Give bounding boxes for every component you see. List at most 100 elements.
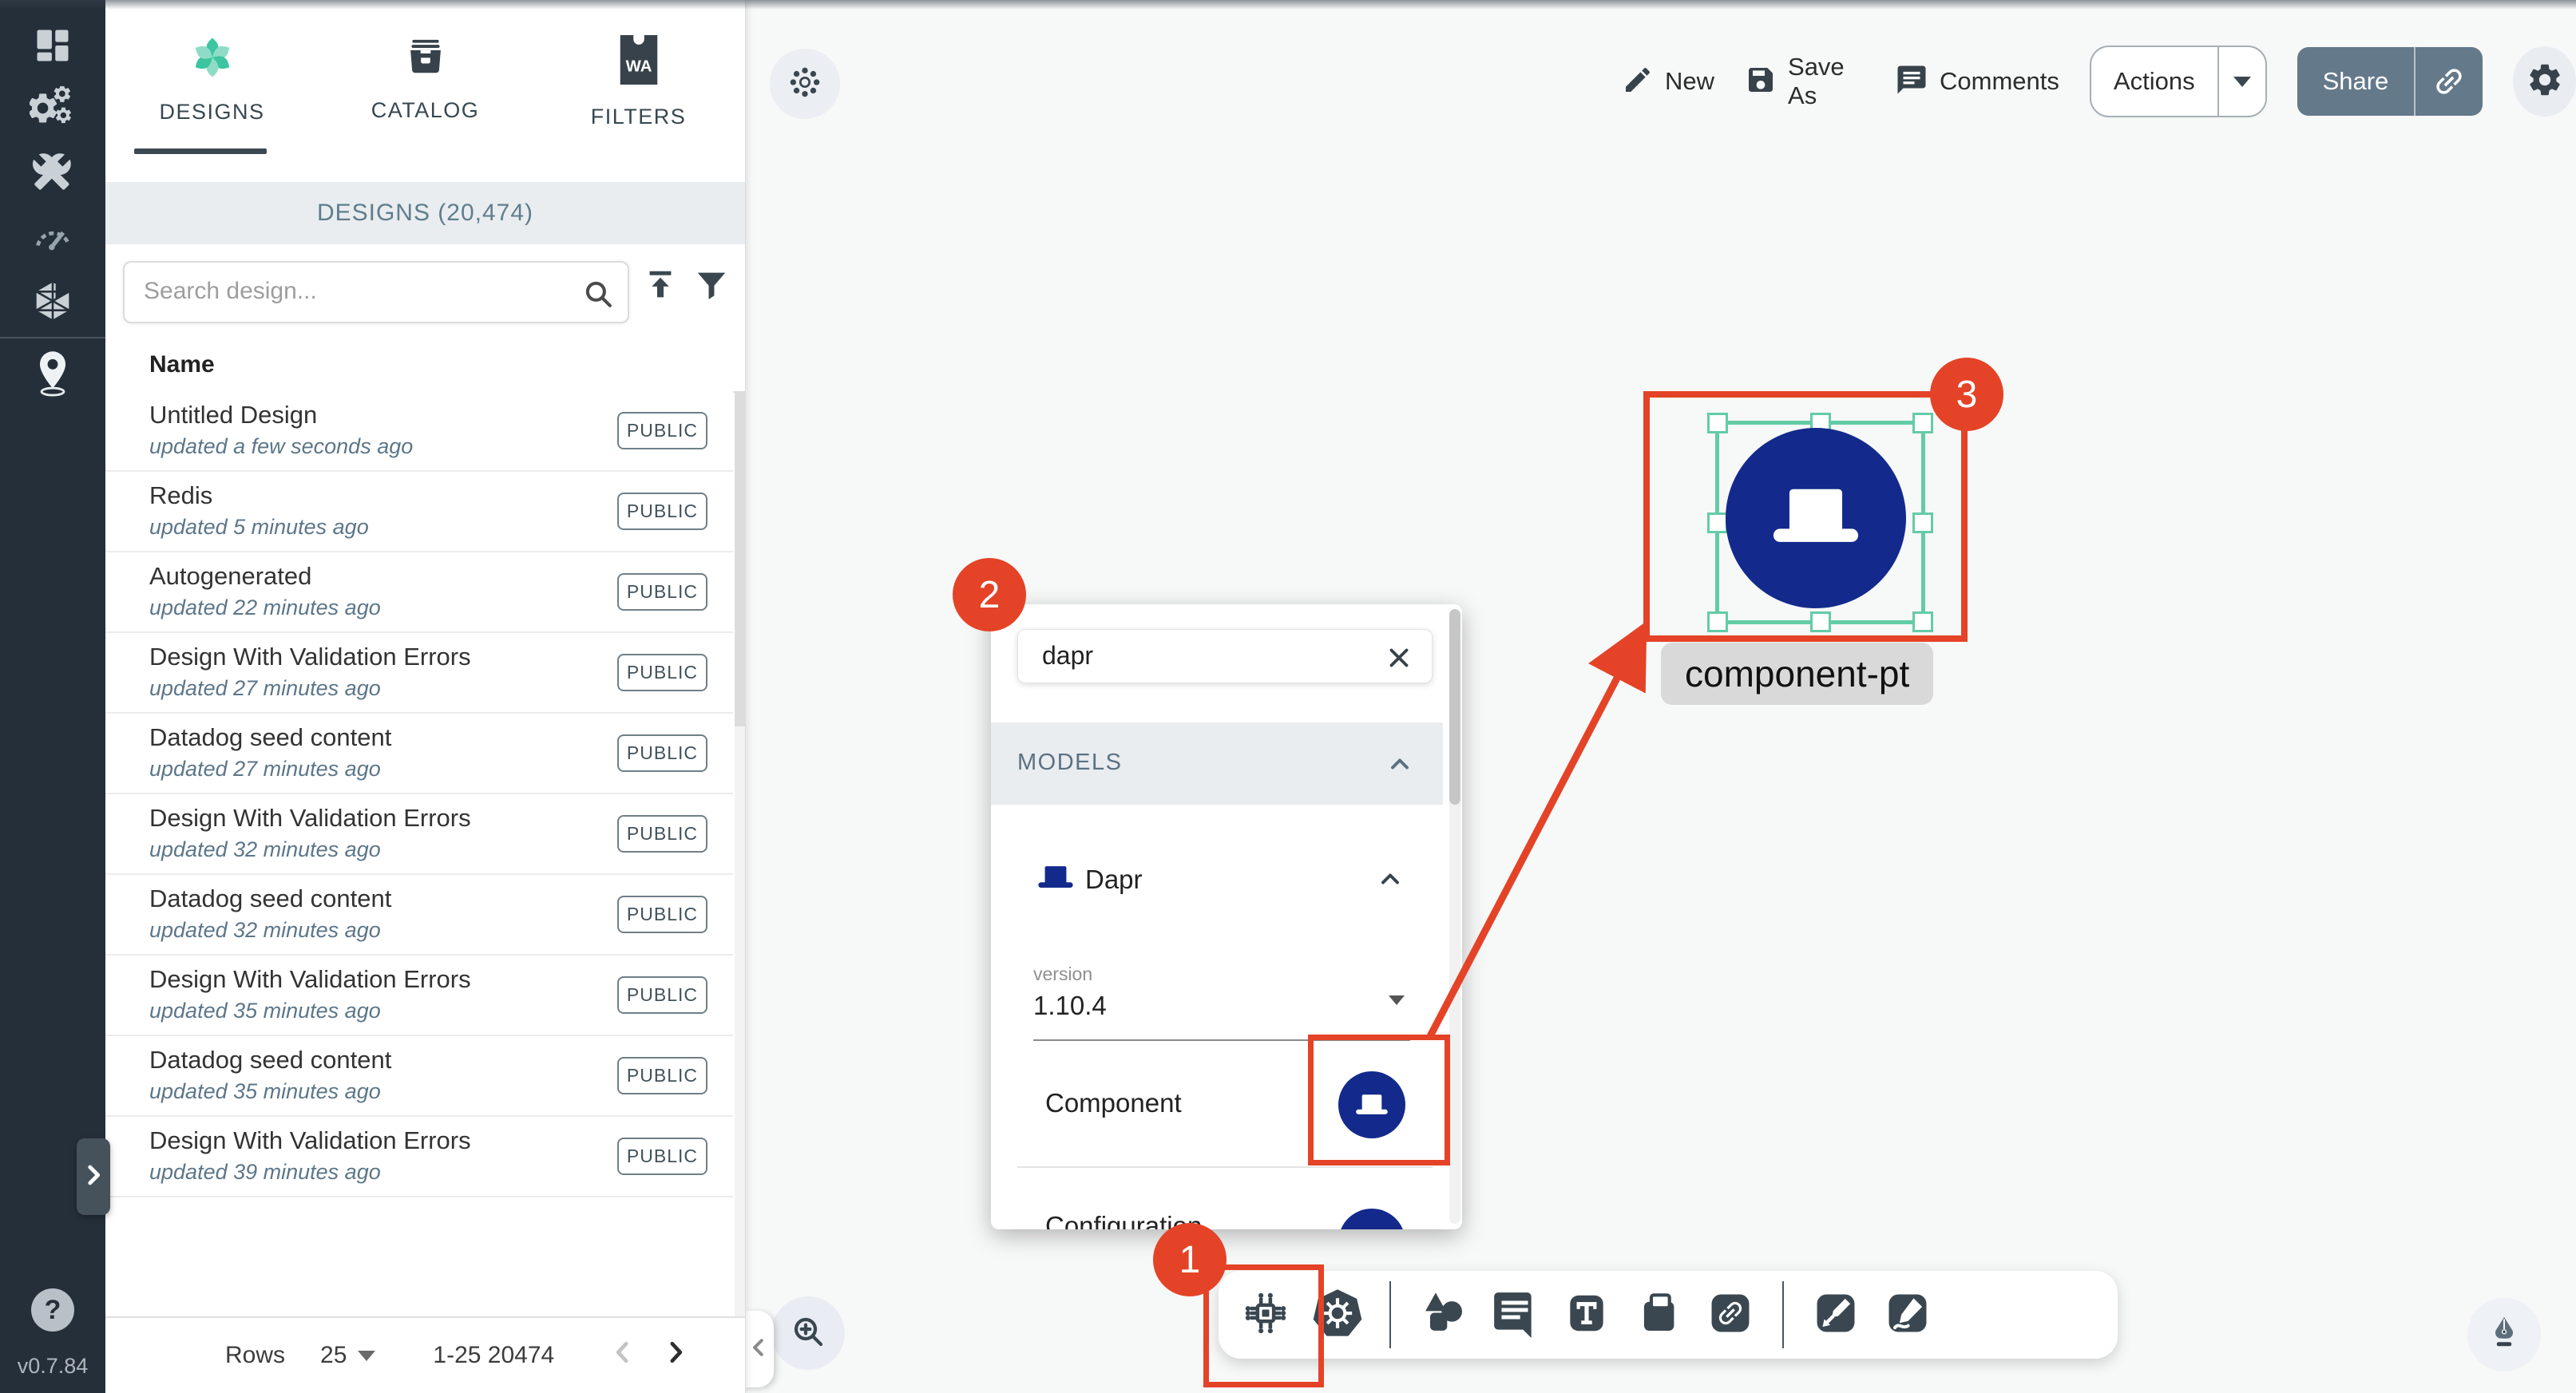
chevron-down-icon[interactable] (1389, 1005, 1405, 1019)
link-tool-button[interactable] (1704, 1288, 1757, 1341)
wasm-filter-icon: WA (618, 35, 660, 89)
filter-designs-button[interactable] (693, 267, 730, 307)
whiteboard-pen-button[interactable] (2467, 1298, 2541, 1371)
canvas-menu-button[interactable] (770, 49, 840, 119)
table-row[interactable]: Design With Validation Errors updated 35… (105, 956, 733, 1036)
version-select[interactable]: 1.10.4 (1033, 991, 1107, 1021)
tab-designs[interactable]: DESIGNS (105, 0, 319, 182)
table-row[interactable]: Autogenerated updated 22 minutes ago PUB… (105, 552, 733, 633)
note-tool-button[interactable] (1632, 1288, 1685, 1341)
kubernetes-tool-button[interactable] (1311, 1288, 1364, 1341)
node-label[interactable]: component-pt (1661, 643, 1933, 705)
comments-button[interactable]: Comments (1895, 63, 2059, 101)
chevron-left-icon (747, 1336, 771, 1363)
edge-tool-button[interactable] (1809, 1288, 1862, 1341)
zoom-in-button[interactable] (771, 1296, 845, 1370)
sidebar-item-kanvas[interactable] (30, 351, 76, 398)
component-row[interactable]: Component (991, 1050, 1443, 1161)
visibility-badge: PUBLIC (617, 1138, 707, 1175)
model-row-dapr[interactable]: Dapr (991, 836, 1443, 926)
models-section-header[interactable]: MODELS (991, 722, 1443, 805)
share-label: Share (2297, 47, 2415, 116)
table-row[interactable]: Redis updated 5 minutes ago PUBLIC (105, 472, 733, 552)
select-underline (1033, 1039, 1410, 1041)
resize-handle[interactable] (1912, 512, 1933, 533)
table-row[interactable]: Datadog seed content updated 27 minutes … (105, 714, 733, 794)
annotation-step-1: 1 (1153, 1223, 1227, 1296)
tab-catalog[interactable]: CATALOG (319, 0, 532, 182)
pen-arrow-icon (1810, 1288, 1861, 1343)
kubernetes-icon (1311, 1287, 1364, 1344)
new-button[interactable]: New (1622, 64, 1714, 100)
dapr-component-icon[interactable] (1338, 1071, 1405, 1138)
design-name: Datadog seed content (149, 884, 391, 913)
freehand-draw-tool-button[interactable] (1881, 1288, 1934, 1341)
import-design-button[interactable] (642, 267, 679, 307)
design-name: Datadog seed content (149, 1046, 391, 1074)
kanvas-pin-icon (32, 349, 73, 401)
actions-caret-button[interactable] (2219, 47, 2265, 116)
table-row[interactable]: Datadog seed content updated 32 minutes … (105, 875, 733, 956)
design-name: Design With Validation Errors (149, 1126, 471, 1155)
sidebar-expand-button[interactable] (77, 1138, 110, 1215)
settings-button[interactable] (2513, 46, 2576, 117)
dock-scrollbar[interactable] (1449, 609, 1460, 1224)
shapes-icon (1417, 1288, 1468, 1343)
dapr-configuration-icon[interactable] (1338, 1209, 1405, 1229)
components-tool-button[interactable] (1239, 1288, 1292, 1341)
clear-search-button[interactable] (1384, 643, 1414, 677)
version-label: version (1033, 964, 1092, 985)
resize-handle[interactable] (1912, 413, 1933, 433)
chevron-right-icon (80, 1161, 107, 1193)
sidebar-item-dashboard[interactable] (30, 24, 76, 70)
sidebar-item-configuration[interactable] (30, 152, 76, 198)
design-canvas[interactable]: New Save As Comments Actions Share (745, 0, 2576, 1393)
resize-handle[interactable] (1810, 611, 1831, 632)
text-tool-button[interactable] (1560, 1288, 1613, 1341)
tab-filters[interactable]: WA FILTERS (532, 0, 745, 182)
comment-icon (1490, 1288, 1540, 1342)
sidebar-item-extensions[interactable] (30, 279, 76, 326)
resize-handle[interactable] (1912, 611, 1933, 632)
resize-handle[interactable] (1707, 611, 1728, 632)
shapes-tool-button[interactable] (1417, 1288, 1469, 1341)
next-page-button[interactable] (660, 1336, 692, 1375)
panel-tabs: DESIGNS CATALOG WA FILTERS (105, 0, 745, 182)
design-name: Redis (149, 481, 212, 510)
table-row[interactable]: Design With Validation Errors updated 32… (105, 794, 733, 875)
design-name: Autogenerated (149, 562, 311, 591)
table-row[interactable]: Untitled Design updated a few seconds ag… (105, 391, 733, 472)
sidebar-item-performance[interactable] (30, 216, 76, 262)
table-row[interactable]: Design With Validation Errors updated 39… (105, 1117, 733, 1197)
tab-designs-label: DESIGNS (159, 100, 264, 125)
active-tab-indicator (134, 148, 267, 154)
panel-collapse-button[interactable] (743, 1311, 774, 1387)
sidebar-item-lifecycle[interactable] (30, 88, 76, 134)
rows-per-page-select[interactable]: 25 (320, 1342, 375, 1369)
save-as-button[interactable]: Save As (1745, 53, 1865, 110)
list-scrollbar-thumb[interactable] (735, 391, 745, 726)
copy-link-button[interactable] (2415, 47, 2483, 116)
design-updated: updated 22 minutes ago (149, 596, 381, 620)
help-button[interactable]: ? (31, 1288, 74, 1332)
annotation-step-2: 2 (953, 558, 1026, 631)
svg-text:WA: WA (625, 58, 652, 76)
design-search-input[interactable] (142, 263, 561, 320)
dock-scrollbar-thumb[interactable] (1449, 609, 1460, 805)
configuration-row[interactable]: Configuration (991, 1198, 1443, 1229)
design-updated: updated 27 minutes ago (149, 676, 381, 701)
comment-tool-button[interactable] (1488, 1288, 1541, 1341)
toolbar-divider (1389, 1281, 1391, 1348)
previous-page-button[interactable] (607, 1336, 639, 1375)
list-scrollbar[interactable] (735, 391, 745, 1317)
dapr-component-node[interactable] (1726, 428, 1906, 608)
performance-gauge-icon (30, 215, 75, 263)
design-updated: updated 32 minutes ago (149, 837, 381, 862)
resize-handle[interactable] (1707, 413, 1728, 433)
share-button[interactable]: Share (2297, 47, 2483, 116)
dock-search-input[interactable] (1040, 630, 1363, 681)
panel-header: DESIGNS (20,474) (105, 182, 745, 244)
table-row[interactable]: Design With Validation Errors updated 27… (105, 633, 733, 714)
actions-dropdown-button[interactable]: Actions (2090, 46, 2267, 117)
table-row[interactable]: Datadog seed content updated 35 minutes … (105, 1036, 733, 1117)
